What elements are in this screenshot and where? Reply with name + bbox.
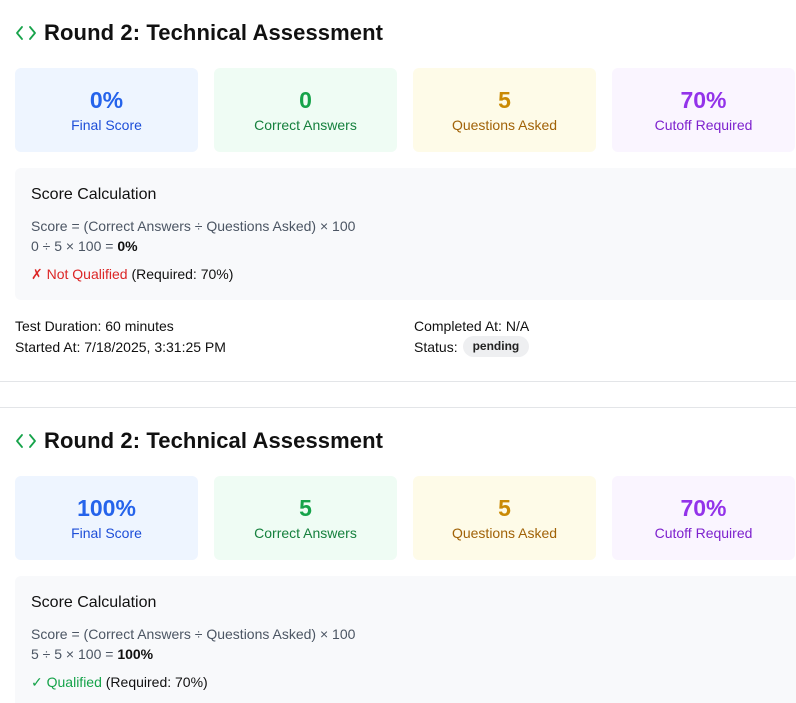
cutoff-required-label: Cutoff Required [654,525,753,541]
score-result: 0% [117,238,138,254]
cutoff-required-value: 70% [680,87,727,113]
correct-answers-card: 0 Correct Answers [214,68,397,152]
score-cards: 0% Final Score 0 Correct Answers 5 Quest… [15,68,795,152]
section-divider [0,381,796,382]
score-expression: 5 ÷ 5 × 100 = [31,646,118,662]
cutoff-required-card: 70% Cutoff Required [612,476,795,560]
score-cards: 100% Final Score 5 Correct Answers 5 Que… [15,476,795,560]
code-icon [15,431,37,451]
score-calculation-panel: Score Calculation Score = (Correct Answe… [15,168,796,300]
score-expression-line: 5 ÷ 5 × 100 = 100% [31,646,153,662]
correct-answers-label: Correct Answers [254,117,357,133]
correct-answers-value: 0 [299,87,312,113]
round-header: Round 2: Technical Assessment [15,18,383,48]
round-title: Round 2: Technical Assessment [44,20,384,45]
score-expression-line: 0 ÷ 5 × 100 = 0% [31,238,138,254]
questions-asked-label: Questions Asked [451,117,558,133]
status-badge: pending [462,336,530,357]
qualification-status: ✓ Qualified (Required: 70%) [31,674,208,691]
score-calculation-title: Score Calculation [31,594,157,611]
questions-asked-value: 5 [498,495,511,521]
correct-answers-card: 5 Correct Answers [214,476,397,560]
final-score-value: 0% [89,87,124,113]
qualification-requirement: (Required: 70%) [127,266,234,282]
code-icon [15,23,37,43]
final-score-card: 100% Final Score [15,476,198,560]
questions-asked-label: Questions Asked [451,525,558,541]
round-header: Round 2: Technical Assessment [15,426,383,456]
cutoff-required-label: Cutoff Required [654,117,753,133]
page: Round 2: Technical Assessment 0% Final S… [0,0,796,703]
score-formula: Score = (Correct Answers ÷ Questions Ask… [31,626,356,642]
final-score-label: Final Score [71,525,142,541]
round-title: Round 2: Technical Assessment [44,428,384,453]
correct-answers-label: Correct Answers [254,525,357,541]
questions-asked-card: 5 Questions Asked [413,476,596,560]
cutoff-required-value: 70% [680,495,727,521]
questions-asked-value: 5 [498,87,511,113]
cutoff-required-card: 70% Cutoff Required [612,68,795,152]
correct-answers-value: 5 [299,495,312,521]
score-calculation-panel: Score Calculation Score = (Correct Answe… [15,576,796,703]
final-score-label: Final Score [71,117,142,133]
qualification-status: ✗ Not Qualified (Required: 70%) [31,266,233,283]
score-expression: 0 ÷ 5 × 100 = [31,238,118,254]
status-label: Status: [414,338,458,355]
score-calculation-title: Score Calculation [31,186,157,203]
final-score-card: 0% Final Score [15,68,198,152]
qualification-status-mark: ✗ Not Qualified [31,266,128,282]
round-section: Round 2: Technical Assessment 100% Final… [0,408,796,703]
test-duration: Test Duration: 60 minutes [15,318,174,334]
status-row: Status: pending [414,336,530,357]
qualification-requirement: (Required: 70%) [101,674,208,690]
round-section: Round 2: Technical Assessment 0% Final S… [0,0,796,382]
questions-asked-card: 5 Questions Asked [413,68,596,152]
score-formula: Score = (Correct Answers ÷ Questions Ask… [31,218,356,234]
started-at: Started At: 7/18/2025, 3:31:25 PM [15,339,226,355]
completed-at: Completed At: N/A [414,318,530,334]
final-score-value: 100% [77,495,136,521]
score-result: 100% [117,646,154,662]
qualification-status-mark: ✓ Qualified [31,674,102,690]
